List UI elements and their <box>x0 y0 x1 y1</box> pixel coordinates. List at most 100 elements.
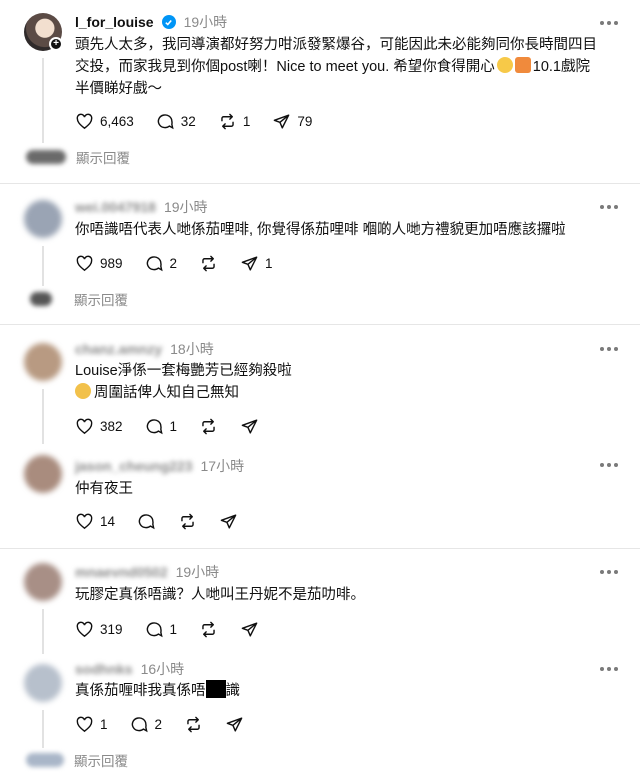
post-header: l_for_louise 19小時 <box>75 12 227 32</box>
repost-icon <box>202 418 215 435</box>
repost-icon <box>221 113 234 130</box>
like-button[interactable]: 319 <box>75 620 123 639</box>
show-replies-button[interactable]: 顯示回覆 <box>26 147 130 167</box>
repost-button[interactable]: 1 <box>218 112 250 131</box>
post-actions: 382 1 <box>75 417 281 436</box>
send-icon <box>241 622 258 637</box>
post-actions: 319 1 <box>75 620 281 639</box>
comment-button[interactable]: 2 <box>130 715 162 734</box>
like-button[interactable]: 989 <box>75 254 123 273</box>
post-text: 你唔識唔代表人哋係茄哩啡, 你覺得係茄哩啡 嗰啲人哋方禮貌更加唔應該攞啦 <box>75 222 566 238</box>
comment-icon <box>131 717 148 733</box>
heart-icon <box>76 113 93 130</box>
username[interactable]: mnaevnd0502 <box>75 564 168 580</box>
share-button[interactable] <box>219 512 238 531</box>
post-1: + l_for_louise 19小時 頭先人太多，我同導演都好努力咁派發緊爆谷… <box>0 0 640 183</box>
more-options-icon[interactable] <box>600 204 618 210</box>
show-replies-button[interactable]: 顯示回覆 <box>26 750 128 770</box>
timestamp: 19小時 <box>163 199 208 215</box>
comment-icon <box>146 419 163 435</box>
thread-line <box>42 58 44 143</box>
more-options-icon[interactable] <box>600 666 618 672</box>
post-actions: 1 2 <box>75 715 266 734</box>
avatar[interactable] <box>24 664 62 702</box>
share-button[interactable]: 1 <box>240 254 273 273</box>
avatar[interactable] <box>24 563 62 601</box>
more-options-icon[interactable] <box>600 462 618 468</box>
comment-button[interactable]: 32 <box>156 112 196 131</box>
timestamp: 17小時 <box>200 458 245 474</box>
timestamp: 16小時 <box>140 661 185 677</box>
repost-button[interactable] <box>184 715 203 734</box>
timestamp: 19小時 <box>175 564 220 580</box>
follow-plus-icon[interactable]: + <box>49 37 63 51</box>
post-header: sodhnks 16小時 <box>75 659 184 679</box>
share-button[interactable]: 79 <box>272 112 312 131</box>
avatar[interactable] <box>24 200 62 238</box>
post-header: wei.0047918 19小時 <box>75 197 208 217</box>
heart-icon <box>76 255 93 272</box>
heart-icon <box>76 418 93 435</box>
reply-avatars <box>26 753 64 767</box>
repost-button[interactable] <box>199 254 218 273</box>
comment-icon <box>146 256 163 272</box>
timestamp: 19小時 <box>183 14 228 30</box>
share-button[interactable] <box>225 715 244 734</box>
username[interactable]: sodhnks <box>75 661 133 677</box>
comment-button[interactable]: 1 <box>145 620 177 639</box>
verified-icon <box>161 15 176 29</box>
thread-line <box>42 389 44 444</box>
repost-icon <box>202 255 215 272</box>
more-options-icon[interactable] <box>600 569 618 575</box>
reply-avatars <box>26 150 66 164</box>
show-replies-button[interactable]: 顯示回覆 <box>30 289 128 309</box>
more-options-icon[interactable] <box>600 20 618 26</box>
more-options-icon[interactable] <box>600 346 618 352</box>
post-text: 頭先人太多，我同導演都好努力咁派發緊爆谷，可能因此未必能夠同你長時間四目 交投，… <box>75 37 597 97</box>
like-button[interactable]: 14 <box>75 512 115 531</box>
grimace-emoji-icon <box>75 383 91 399</box>
like-button[interactable]: 1 <box>75 715 108 734</box>
comment-button[interactable]: 1 <box>145 417 177 436</box>
thread-line <box>42 609 44 654</box>
post-header: jason_cheung223 17小時 <box>75 456 244 476</box>
thread-line <box>42 246 44 286</box>
avatar[interactable] <box>24 455 62 493</box>
repost-icon <box>181 513 194 530</box>
like-button[interactable]: 6,463 <box>75 112 134 131</box>
post-4: jason_cheung223 17小時 仲有夜王 14 <box>0 445 640 548</box>
post-text: 仲有夜王 <box>75 481 133 497</box>
username[interactable]: jason_cheung223 <box>75 458 193 474</box>
send-icon <box>241 419 258 434</box>
post-actions: 989 2 1 <box>75 254 295 273</box>
redaction-box <box>205 680 226 698</box>
like-button[interactable]: 382 <box>75 417 123 436</box>
post-6: sodhnks 16小時 真係茄喱啡我真係唔識 1 2 顯示回覆 <box>0 654 640 781</box>
post-2: wei.0047918 19小時 你唔識唔代表人哋係茄哩啡, 你覺得係茄哩啡 嗰… <box>0 184 640 324</box>
username[interactable]: l_for_louise <box>75 14 154 30</box>
reply-avatars <box>30 292 52 306</box>
send-icon <box>220 514 237 529</box>
repost-button[interactable] <box>178 512 197 531</box>
post-actions: 14 <box>75 512 260 531</box>
heart-icon <box>76 716 93 733</box>
thread-line <box>42 710 44 748</box>
post-actions: 6,463 32 1 79 <box>75 112 334 131</box>
repost-button[interactable] <box>199 620 218 639</box>
username[interactable]: wei.0047918 <box>75 199 156 215</box>
timestamp: 18小時 <box>170 341 214 357</box>
username[interactable]: chanz.amnzy <box>75 341 162 357</box>
repost-icon <box>202 621 215 638</box>
post-header: chanz.amnzy 18小時 <box>75 339 214 359</box>
share-button[interactable] <box>240 417 259 436</box>
popcorn-emoji-icon <box>514 57 531 73</box>
post-text: 真係茄喱啡我真係唔識 <box>75 680 620 702</box>
comment-button[interactable] <box>137 512 156 531</box>
avatar[interactable] <box>24 343 62 381</box>
comment-icon <box>146 622 163 638</box>
send-icon <box>274 114 290 129</box>
heart-icon <box>76 621 93 638</box>
share-button[interactable] <box>240 620 259 639</box>
comment-button[interactable]: 2 <box>145 254 177 273</box>
repost-button[interactable] <box>199 417 218 436</box>
